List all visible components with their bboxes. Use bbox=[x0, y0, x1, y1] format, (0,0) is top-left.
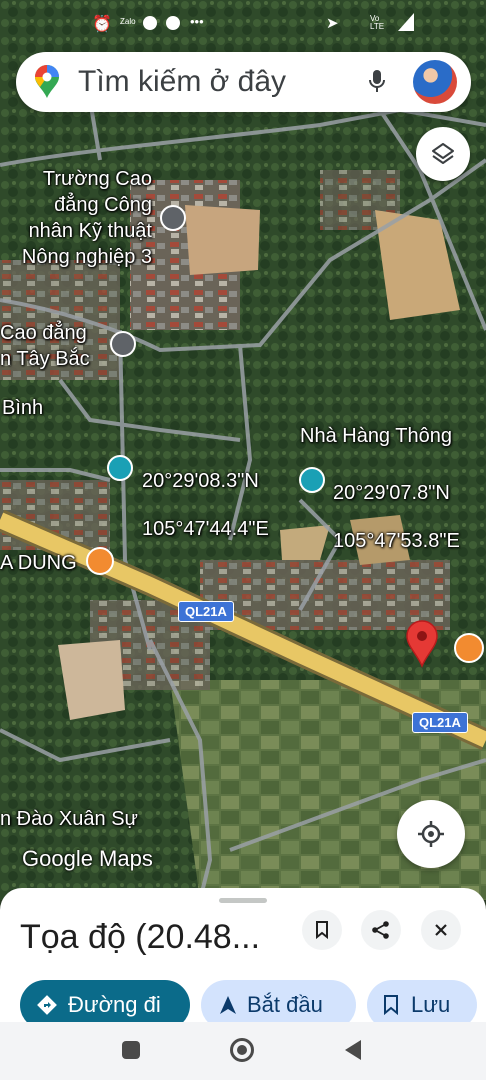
close-icon bbox=[435, 924, 447, 936]
alarm-icon: ⏰ bbox=[92, 16, 112, 33]
status-bar: ⏰ Zalo ••• ➤ Vo LTE bbox=[0, 0, 486, 46]
map-label-dao-xuan-su[interactable]: n Đào Xuân Sự bbox=[0, 806, 138, 832]
back-triangle-icon[interactable] bbox=[343, 1039, 363, 1061]
bookmark-icon bbox=[384, 995, 398, 1015]
restaurant-pin-icon[interactable] bbox=[86, 547, 114, 575]
map-canvas[interactable]: Trường Cao đẳng Công nhân Kỹ thuật Nông … bbox=[0, 0, 486, 900]
layers-icon bbox=[432, 143, 454, 164]
road-shield-ql21a: QL21A bbox=[412, 712, 468, 733]
start-label: Bắt đầu bbox=[247, 992, 323, 1017]
search-input[interactable]: Tìm kiếm ở đây bbox=[78, 65, 286, 99]
school-pin-icon[interactable] bbox=[110, 331, 136, 357]
my-location-button[interactable] bbox=[397, 800, 465, 868]
facebook-icon bbox=[166, 16, 180, 30]
map-label-a-dung[interactable]: A DUNG bbox=[0, 550, 77, 576]
avatar[interactable] bbox=[413, 60, 457, 104]
coord-1-lng: 105°47'44.4"E bbox=[142, 518, 269, 540]
directions-label: Đường đi bbox=[68, 992, 161, 1017]
system-navigation-bar bbox=[0, 1022, 486, 1080]
saved-bookmark-pin-icon[interactable] bbox=[107, 455, 133, 481]
drag-handle[interactable] bbox=[219, 898, 267, 903]
volte-icon: Vo LTE bbox=[370, 14, 385, 31]
map-label-binh[interactable]: Bình bbox=[2, 395, 43, 421]
coord-1-lat: 20°29'08.3"N bbox=[142, 470, 259, 492]
google-maps-pin-icon bbox=[35, 65, 59, 98]
microphone-icon[interactable] bbox=[368, 69, 386, 95]
coord-2-lng: 105°47'53.8"E bbox=[333, 530, 460, 552]
map-label-cao-dang-tay-bac[interactable]: Cao đẳng n Tây Bắc bbox=[0, 320, 104, 372]
search-bar[interactable]: Tìm kiếm ở đây bbox=[16, 52, 471, 112]
close-button[interactable] bbox=[421, 910, 461, 950]
coord-2-lat: 20°29'07.8"N bbox=[333, 482, 450, 504]
bookmark-icon bbox=[316, 921, 328, 939]
road-shield-ql21a: QL21A bbox=[178, 601, 234, 622]
facebook-icon bbox=[143, 16, 157, 30]
crosshair-icon bbox=[418, 821, 444, 847]
save-bookmark-button[interactable] bbox=[302, 910, 342, 950]
recents-square-icon[interactable] bbox=[122, 1041, 140, 1059]
location-arrow-icon: ➤ bbox=[326, 15, 339, 32]
zalo-icon: Zalo bbox=[120, 17, 136, 26]
coord-label-1[interactable]: 20°29'08.3"N 105°47'44.4"E bbox=[142, 445, 269, 565]
map-label-truong-cao-dang[interactable]: Trường Cao đẳng Công nhân Kỹ thuật Nông … bbox=[0, 166, 152, 270]
layers-button[interactable] bbox=[416, 127, 470, 181]
google-maps-watermark: Google Maps bbox=[22, 846, 153, 871]
dropped-pin-icon[interactable] bbox=[405, 620, 439, 668]
home-circle-icon[interactable] bbox=[230, 1038, 254, 1062]
signal-icon bbox=[398, 13, 414, 31]
coord-label-2[interactable]: 20°29'07.8"N 105°47'53.8"E bbox=[333, 457, 460, 577]
more-dots-icon: ••• bbox=[190, 14, 204, 29]
share-icon bbox=[372, 921, 389, 939]
directions-icon bbox=[37, 995, 57, 1015]
saved-bookmark-pin-icon[interactable] bbox=[299, 467, 325, 493]
navigation-arrow-icon bbox=[220, 996, 236, 1014]
save-label: Lưu bbox=[411, 992, 451, 1017]
bar-pin-icon[interactable] bbox=[454, 633, 484, 663]
share-button[interactable] bbox=[361, 910, 401, 950]
school-pin-icon[interactable] bbox=[160, 205, 186, 231]
place-title: Tọa độ (20.48... bbox=[20, 918, 261, 956]
map-label-nha-hang-thong[interactable]: Nhà Hàng Thông bbox=[300, 423, 452, 449]
